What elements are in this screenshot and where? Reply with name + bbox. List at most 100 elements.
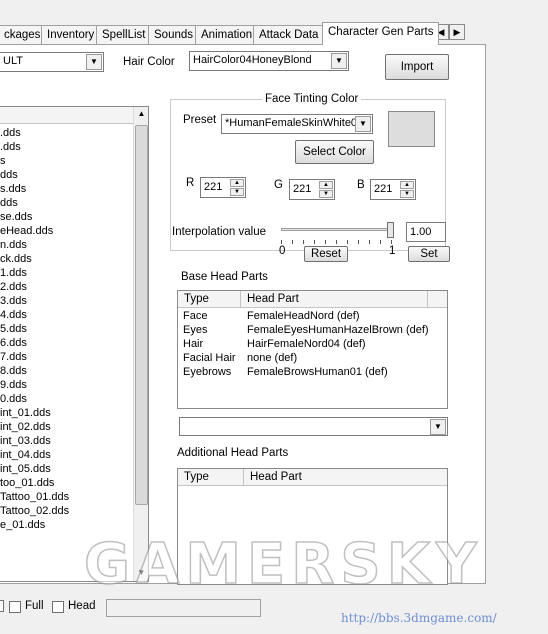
bottom-text-field[interactable] [106, 599, 261, 617]
chevron-down-icon[interactable]: ▼ [331, 53, 347, 69]
base-head-parts-title: Base Head Parts [181, 271, 268, 283]
tab-label: Sounds [154, 29, 194, 41]
row-type[interactable]: Eyes [183, 324, 207, 338]
list-item[interactable]: 2.dds [0, 281, 27, 295]
row-type[interactable]: Eyebrows [183, 366, 231, 380]
column-type[interactable]: Type [178, 291, 241, 308]
base-head-parts-list[interactable]: Type Head Part Face FemaleHeadNord (def) E… [177, 290, 448, 409]
file-list-scrollbar[interactable]: ▲ ▼ [133, 107, 148, 581]
tab-character-gen-parts[interactable]: Character Gen Parts [322, 22, 440, 45]
spin-down-icon[interactable]: ▼ [230, 188, 244, 196]
file-list[interactable]: .dds .dds s dds s.dds dds se.dds eHead.dds n.dds… [0, 106, 149, 582]
preset-combo-value: ULT [3, 55, 23, 67]
list-item[interactable]: .dds [0, 127, 21, 141]
tab-spelllist[interactable]: SpellList [96, 25, 152, 44]
list-item[interactable]: n.dds [0, 239, 27, 253]
row-type[interactable]: Facial Hair [183, 352, 236, 366]
checkbox-partial[interactable] [0, 600, 4, 612]
list-item[interactable]: int_01.dds [0, 407, 51, 421]
chevron-down-icon[interactable]: ▼ [86, 54, 102, 70]
row-head-part[interactable]: FemaleEyesHumanHazelBrown (def) [247, 324, 429, 338]
import-button[interactable]: Import [385, 54, 449, 80]
list-item[interactable]: dds [0, 197, 18, 211]
list-item[interactable]: 4.dds [0, 309, 27, 323]
chevron-down-icon[interactable]: ▼ [355, 116, 371, 132]
list-item[interactable]: int_04.dds [0, 449, 51, 463]
list-item[interactable]: too_01.dds [0, 477, 54, 491]
scroll-up-icon[interactable]: ▲ [136, 109, 147, 120]
interpolation-value-field[interactable]: 1.00 [406, 222, 446, 242]
tab-attack-data[interactable]: Attack Data [253, 25, 325, 44]
row-head-part[interactable]: FemaleBrowsHuman01 (def) [247, 366, 388, 380]
interpolation-slider-track[interactable] [281, 228, 391, 231]
tab-animation[interactable]: Animation [195, 25, 259, 44]
spin-down-icon[interactable]: ▼ [400, 190, 414, 198]
column-head-part[interactable]: Head Part [244, 469, 447, 486]
tint-preset-combo[interactable]: *HumanFemaleSkinWhite01 ▼ [221, 114, 373, 134]
tab-sounds[interactable]: Sounds [148, 25, 200, 44]
list-item[interactable]: 0.dds [0, 393, 27, 407]
tab-label: SpellList [102, 29, 146, 41]
list-item[interactable]: 1.dds [0, 267, 27, 281]
hair-color-label: Hair Color [123, 56, 175, 68]
list-item[interactable]: s [0, 155, 6, 169]
list-item[interactable]: 9.dds [0, 379, 27, 393]
spin-up-icon[interactable]: ▲ [400, 181, 414, 189]
chevron-down-icon[interactable]: ▼ [430, 419, 446, 435]
list-item[interactable]: 7.dds [0, 351, 27, 365]
list-item[interactable]: e_01.dds [0, 519, 45, 533]
tint-preset-value: *HumanFemaleSkinWhite01 [225, 117, 364, 129]
head-part-combo[interactable]: ▼ [179, 417, 448, 436]
tab-packages[interactable]: ckages [0, 25, 47, 44]
row-head-part[interactable]: HairFemaleNord04 (def) [247, 338, 366, 352]
list-item[interactable]: int_03.dds [0, 435, 51, 449]
row-head-part[interactable]: FemaleHeadNord (def) [247, 310, 360, 324]
row-head-part[interactable]: none (def) [247, 352, 297, 366]
row-type[interactable]: Face [183, 310, 207, 324]
spin-up-icon[interactable]: ▲ [319, 181, 333, 189]
list-item[interactable]: 3.dds [0, 295, 27, 309]
preset-combo[interactable]: ULT ▼ [0, 52, 104, 72]
hair-color-value: HairColor04HoneyBlond [193, 54, 312, 66]
list-item[interactable]: se.dds [0, 211, 32, 225]
list-item[interactable]: 5.dds [0, 323, 27, 337]
spin-down-icon[interactable]: ▼ [319, 190, 333, 198]
list-item[interactable]: int_02.dds [0, 421, 51, 435]
tab-scroll-right-icon[interactable]: ▶ [449, 24, 465, 40]
interpolation-slider-thumb[interactable] [387, 222, 394, 238]
column-type[interactable]: Type [178, 469, 244, 486]
tab-panel: ULT ▼ Hair Color HairColor04HoneyBlond ▼… [0, 44, 486, 585]
additional-head-parts-title: Additional Head Parts [177, 447, 289, 459]
hair-color-combo[interactable]: HairColor04HoneyBlond ▼ [189, 51, 349, 71]
tab-inventory[interactable]: Inventory [41, 25, 101, 44]
scroll-thumb[interactable] [135, 125, 148, 505]
list-item[interactable]: dds [0, 169, 18, 183]
tab-label: Attack Data [259, 29, 319, 41]
row-type[interactable]: Hair [183, 338, 203, 352]
set-button[interactable]: Set [408, 246, 450, 262]
r-spinner[interactable]: 221 ▲ ▼ [200, 177, 246, 198]
list-item[interactable]: s.dds [0, 183, 26, 197]
g-spinner[interactable]: 221 ▲ ▼ [289, 179, 335, 200]
list-item[interactable]: eHead.dds [0, 225, 53, 239]
list-item[interactable]: .dds [0, 141, 21, 155]
b-spinner[interactable]: 221 ▲ ▼ [370, 179, 416, 200]
select-color-button[interactable]: Select Color [295, 140, 374, 164]
spin-up-icon[interactable]: ▲ [230, 179, 244, 187]
list-item[interactable]: 8.dds [0, 365, 27, 379]
list-item[interactable]: Tattoo_02.dds [0, 505, 69, 519]
watermark-url: http://bbs.3dmgame.com/ [341, 611, 497, 625]
head-checkbox[interactable] [52, 601, 64, 613]
list-item[interactable]: 6.dds [0, 337, 27, 351]
reset-button[interactable]: Reset [304, 246, 348, 262]
face-tinting-title: Face Tinting Color [262, 93, 362, 105]
slider-tick [336, 240, 337, 244]
list-item[interactable]: int_05.dds [0, 463, 51, 477]
full-checkbox[interactable] [9, 601, 21, 613]
slider-tick [380, 240, 381, 244]
list-item[interactable]: ck.dds [0, 253, 32, 267]
list-header: Type Head Part [178, 291, 447, 308]
column-head-part[interactable]: Head Part [241, 291, 428, 308]
list-item[interactable]: Tattoo_01.dds [0, 491, 69, 505]
tab-label: Character Gen Parts [328, 26, 434, 38]
